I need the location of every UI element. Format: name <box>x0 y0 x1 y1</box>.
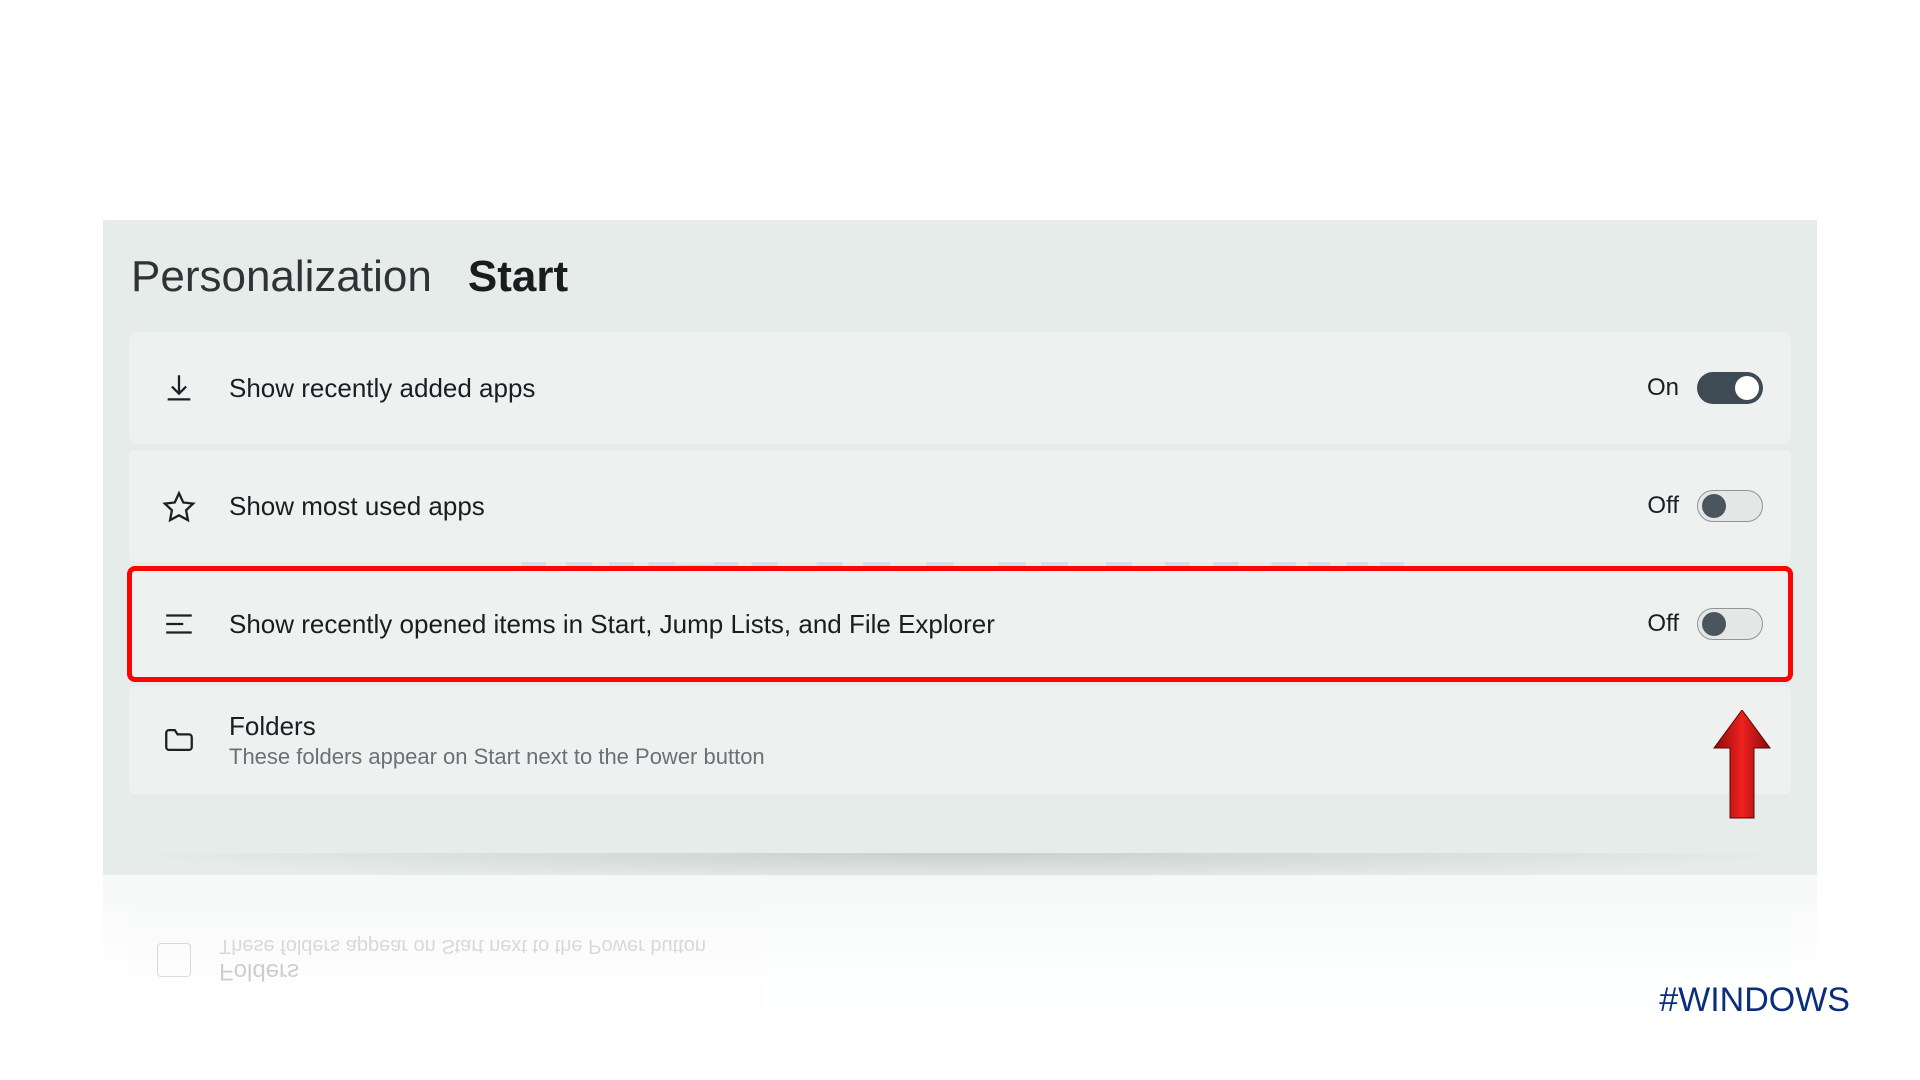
setting-row-folders[interactable]: Folders These folders appear on Start ne… <box>129 686 1791 794</box>
folders-subtitle: These folders appear on Start next to th… <box>229 744 1735 770</box>
toggle-state-text: On <box>1647 374 1679 402</box>
settings-list: Show recently added apps On Show most us… <box>103 332 1817 794</box>
setting-row-recently-added: Show recently added apps On <box>129 332 1791 444</box>
setting-label: Show recently opened items in Start, Jum… <box>229 609 1647 640</box>
setting-row-recent-items: Show recently opened items in Start, Jum… <box>129 568 1791 680</box>
toggle-state-text: Off <box>1647 492 1679 520</box>
hashtag-label: #WINDOWS <box>1659 981 1850 1020</box>
chevron-right-icon <box>1735 726 1763 754</box>
setting-label: Show recently added apps <box>229 373 1647 404</box>
setting-label: Show most used apps <box>229 491 1647 522</box>
toggle-state-text: Off <box>1647 610 1679 638</box>
reflection-decoration: Folders These folders appear on Start ne… <box>103 875 1817 1035</box>
toggle-recent-items[interactable] <box>1697 608 1763 640</box>
toggle-recently-added[interactable] <box>1697 372 1763 404</box>
breadcrumb-current: Start <box>468 252 568 302</box>
download-icon <box>157 366 201 410</box>
settings-panel: NeuronVM Personalization Start Show rece… <box>103 220 1817 875</box>
star-icon <box>157 484 201 528</box>
list-icon <box>157 602 201 646</box>
setting-row-most-used: Show most used apps Off <box>129 450 1791 562</box>
toggle-most-used[interactable] <box>1697 490 1763 522</box>
breadcrumb: Personalization Start <box>103 244 1817 332</box>
breadcrumb-parent[interactable]: Personalization <box>131 252 432 302</box>
folder-icon <box>157 718 201 762</box>
folders-title: Folders <box>229 711 1735 742</box>
